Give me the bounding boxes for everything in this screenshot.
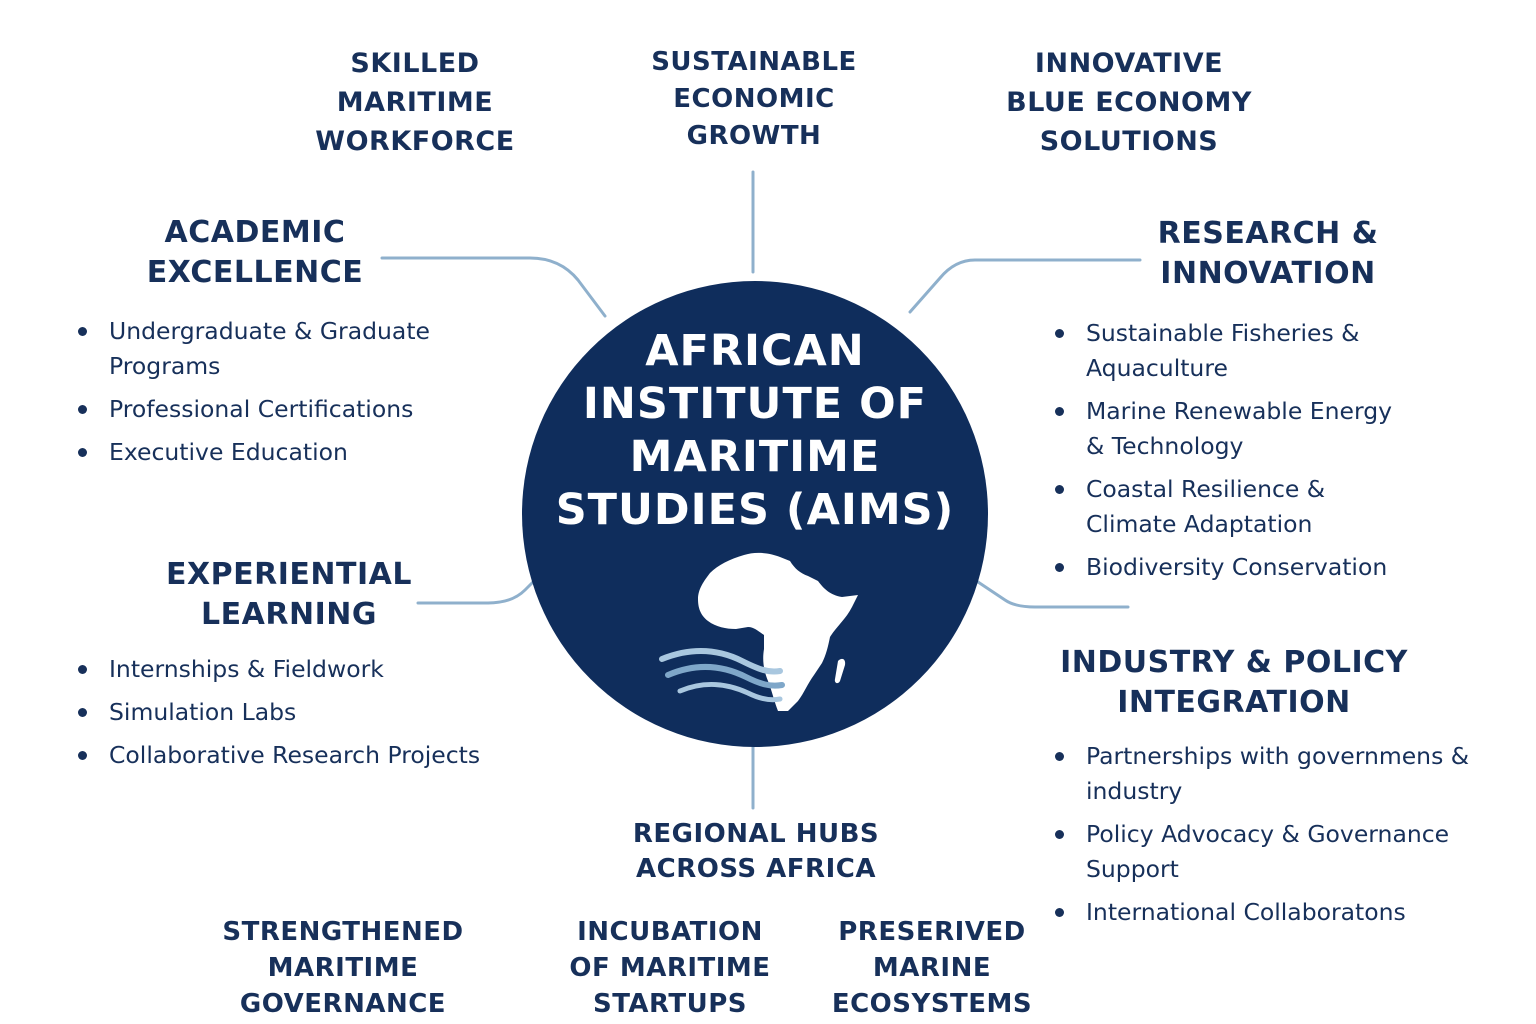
outcome-line: MARITIME [336, 87, 494, 118]
list-item: Policy Advocacy & Governance Support [1052, 817, 1472, 887]
center-title-line: INSTITUTE OF [582, 379, 928, 429]
pillar-academic-list: Undergraduate & Graduate Programs Profes… [75, 314, 475, 478]
list-item: Undergraduate & Graduate Programs [75, 314, 475, 384]
outcome-marine-ecosystems: PRESERIVED MARINE ECOSYSTEMS [824, 914, 1040, 1022]
list-item: Marine Renewable Energy & Technology [1052, 394, 1412, 464]
outcome-line: GROWTH [686, 121, 822, 151]
center-title: AFRICAN INSTITUTE OF MARITIME STUDIES (A… [522, 325, 988, 537]
outcome-line: MARINE [872, 953, 992, 983]
center-title-line: AFRICAN [645, 326, 865, 376]
outcome-line: PRESERIVED [838, 917, 1026, 947]
outcome-line: SOLUTIONS [1039, 126, 1219, 157]
pillar-experiential-title: EXPERIENTIAL LEARNING [140, 555, 438, 635]
pillar-industry-list: Partnerships with governmens & industry … [1052, 739, 1472, 938]
outcome-line: INNOVATIVE [1034, 48, 1224, 79]
regional-hubs-line: REGIONAL HUBS [632, 819, 880, 849]
list-item: Sustainable Fisheries & Aquaculture [1052, 316, 1412, 386]
pillar-academic-title: ACADEMIC EXCELLENCE [110, 213, 400, 293]
pillar-title-line: LEARNING [201, 597, 377, 632]
diagram-canvas: SKILLED MARITIME WORKFORCE SUSTAINABLE E… [0, 0, 1536, 1024]
list-item: Biodiversity Conservation [1052, 550, 1412, 585]
pillar-title-line: EXCELLENCE [146, 255, 364, 290]
pillar-title-line: INDUSTRY & POLICY [1060, 645, 1408, 680]
outcome-maritime-startups: INCUBATION OF MARITIME STARTUPS [556, 914, 784, 1022]
outcome-line: ECONOMIC [673, 84, 835, 114]
outcome-line: STARTUPS [592, 989, 748, 1019]
outcome-line: ECOSYSTEMS [831, 989, 1033, 1019]
outcome-line: SUSTAINABLE [651, 47, 857, 77]
outcome-line: WORKFORCE [315, 126, 515, 157]
list-item: Coastal Resilience & Climate Adaptation [1052, 472, 1412, 542]
center-title-line: MARITIME [629, 432, 881, 482]
outcome-line: OF MARITIME [569, 953, 771, 983]
pillar-research-list: Sustainable Fisheries & Aquaculture Mari… [1052, 316, 1412, 593]
outcome-sustainable-growth: SUSTAINABLE ECONOMIC GROWTH [628, 44, 880, 155]
outcome-maritime-governance: STRENGTHENED MARITIME GOVERNANCE [160, 914, 526, 1022]
outcome-blue-economy: INNOVATIVE BLUE ECONOMY SOLUTIONS [980, 44, 1278, 161]
list-item: Executive Education [75, 435, 475, 470]
outcome-line: MARITIME GOVERNANCE [239, 953, 447, 1019]
outcome-line: SKILLED [350, 48, 480, 79]
madagascar-icon [834, 658, 846, 684]
list-item: Professional Certifications [75, 392, 475, 427]
connector-research [908, 258, 1142, 314]
regional-hubs-label: REGIONAL HUBS ACROSS AFRICA [616, 817, 896, 887]
pillar-title-line: INTEGRATION [1117, 685, 1351, 720]
center-title-line: STUDIES (AIMS) [555, 485, 955, 535]
regional-hubs-line: ACROSS AFRICA [636, 854, 876, 884]
outcome-line: STRENGTHENED [222, 917, 464, 947]
connector-academic [380, 256, 607, 318]
list-item: Internships & Fieldwork [75, 652, 535, 687]
pillar-industry-title: INDUSTRY & POLICY INTEGRATION [1050, 643, 1418, 723]
africa-map-with-waves-icon [659, 552, 858, 711]
list-item: Simulation Labs [75, 695, 535, 730]
outcome-line: BLUE ECONOMY [1006, 87, 1252, 118]
pillar-title-line: EXPERIENTIAL [166, 557, 412, 592]
list-item: Collaborative Research Projects [75, 738, 535, 773]
pillar-experiential-list: Internships & Fieldwork Simulation Labs … [75, 652, 535, 781]
outcome-skilled-workforce: SKILLED MARITIME WORKFORCE [295, 44, 535, 161]
list-item: Partnerships with governmens & industry [1052, 739, 1472, 809]
pillar-title-line: RESEARCH & [1157, 216, 1379, 251]
center-hub-circle: AFRICAN INSTITUTE OF MARITIME STUDIES (A… [522, 281, 988, 747]
list-item: International Collaboratons [1052, 895, 1472, 930]
pillar-research-title: RESEARCH & INNOVATION [1130, 214, 1406, 294]
outcome-line: INCUBATION [577, 917, 763, 947]
pillar-title-line: INNOVATION [1160, 256, 1376, 291]
pillar-title-line: ACADEMIC [164, 215, 346, 250]
